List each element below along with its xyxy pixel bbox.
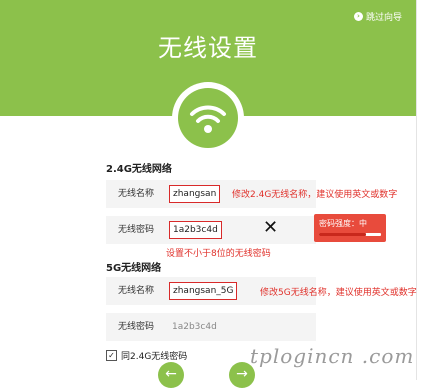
input-24g-password[interactable]: 1a2b3c4d xyxy=(169,221,222,239)
skip-icon: › xyxy=(353,12,363,21)
back-button[interactable]: ← xyxy=(158,362,184,388)
input-24g-name[interactable]: zhangsan xyxy=(169,185,221,203)
wifi-badge xyxy=(172,82,244,154)
same-password-label: 同2.4G无线密码 xyxy=(121,352,188,362)
label-5g-name: 无线名称 xyxy=(118,286,155,296)
password-strength-badge: 密码强度：中 xyxy=(314,214,386,242)
page-title: 无线设置 xyxy=(158,34,258,62)
hint-24g-name: 修改2.4G无线名称，建议使用英文或数字 xyxy=(232,190,398,200)
row-24g-password: 无线密码 1a2b3c4d xyxy=(106,216,316,244)
password-strength-fill xyxy=(319,233,366,236)
same-password-checkbox[interactable]: ✓ xyxy=(106,350,117,361)
same-password-option[interactable]: ✓ 同2.4G无线密码 xyxy=(106,349,187,362)
label-5g-password: 无线密码 xyxy=(118,322,155,332)
section-title-5g: 5G无线网络 xyxy=(106,263,162,274)
wifi-circle xyxy=(178,88,238,148)
watermark-text: tplogincn .com xyxy=(250,344,415,368)
wifi-icon xyxy=(190,105,226,133)
password-strength-label: 密码强度：中 xyxy=(319,219,367,228)
skip-wizard-link[interactable]: › 跳过向导 xyxy=(353,10,402,23)
skip-wizard-label: 跳过向导 xyxy=(365,13,402,23)
row-5g-password: 无线密码 1a2b3c4d xyxy=(106,313,316,341)
close-icon: ✕ xyxy=(263,217,279,238)
hint-5g-name: 修改5G无线名称，建议使用英文或数字 xyxy=(260,288,417,298)
label-24g-password: 无线密码 xyxy=(118,225,155,235)
hint-24g-password: 设置不小于8位的无线密码 xyxy=(166,249,271,259)
password-strength-bar xyxy=(319,233,381,236)
label-24g-name: 无线名称 xyxy=(118,189,155,199)
input-5g-name[interactable]: zhangsan_5G xyxy=(169,282,238,300)
input-5g-password[interactable]: 1a2b3c4d xyxy=(172,313,217,341)
section-title-24g: 2.4G无线网络 xyxy=(106,164,172,175)
wireless-settings-card: › 跳过向导 无线设置 2.4G无线网络 无线名称 zhangsan 修改2.4… xyxy=(0,0,417,388)
